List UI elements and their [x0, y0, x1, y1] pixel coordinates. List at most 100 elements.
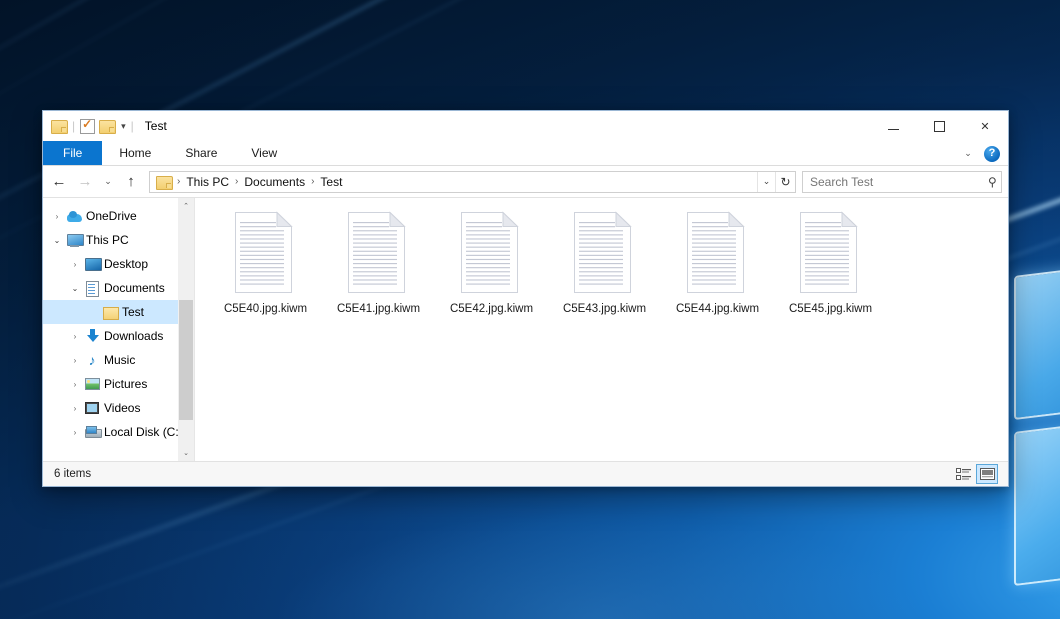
- window-body: ›OneDrive⌄This PC›Desktop⌄Documents Test ›…: [43, 197, 1008, 461]
- file-name-label: C5E40.jpg.kiwm: [224, 302, 307, 316]
- large-icons-view-button[interactable]: [976, 464, 998, 484]
- tree-item-label: Music: [104, 353, 135, 367]
- tree-item-label: Downloads: [104, 329, 163, 343]
- pictures-icon: [83, 378, 101, 390]
- breadcrumb-item-this-pc[interactable]: This PC: [182, 174, 233, 190]
- file-item[interactable]: C5E41.jpg.kiwm: [322, 208, 435, 322]
- file-item[interactable]: C5E45.jpg.kiwm: [774, 208, 887, 322]
- chevron-right-icon[interactable]: ›: [67, 356, 83, 365]
- scrollbar-track[interactable]: [178, 214, 194, 445]
- tab-file[interactable]: File: [43, 141, 102, 165]
- this-pc-icon-glyph: [67, 234, 82, 247]
- new-folder-icon[interactable]: [99, 119, 115, 133]
- local-disk-icon: [83, 426, 101, 438]
- address-bar[interactable]: › This PC › Documents › Test ⌄ ↻: [149, 171, 796, 193]
- qat-divider: |: [131, 119, 134, 133]
- documents-icon-glyph: [86, 281, 98, 295]
- forward-button: →: [73, 170, 97, 194]
- tree-item-label: Local Disk (C:): [104, 425, 183, 439]
- file-page-glyph: [685, 211, 751, 294]
- tree-item-downloads[interactable]: › Downloads: [43, 324, 194, 348]
- scrollbar-thumb[interactable]: [179, 300, 193, 420]
- generic-file-icon: [572, 211, 638, 294]
- search-input[interactable]: [810, 175, 988, 189]
- refresh-icon[interactable]: ↻: [775, 172, 795, 192]
- file-page-glyph: [459, 211, 525, 294]
- tab-share[interactable]: Share: [168, 141, 234, 165]
- folder-tree: ›OneDrive⌄This PC›Desktop⌄Documents Test ›…: [43, 204, 194, 444]
- file-item[interactable]: C5E40.jpg.kiwm: [209, 208, 322, 322]
- navigation-pane: ›OneDrive⌄This PC›Desktop⌄Documents Test ›…: [43, 198, 195, 461]
- chevron-right-icon[interactable]: ›: [67, 260, 83, 269]
- onedrive-icon: [65, 211, 83, 222]
- folder-icon[interactable]: [51, 119, 67, 133]
- tree-item-pictures[interactable]: › Pictures: [43, 372, 194, 396]
- properties-checkbox-icon[interactable]: [80, 119, 95, 134]
- file-item[interactable]: C5E44.jpg.kiwm: [661, 208, 774, 322]
- file-name-label: C5E42.jpg.kiwm: [450, 302, 533, 316]
- downloads-icon: [83, 329, 101, 343]
- search-box[interactable]: ⚲: [802, 171, 1002, 193]
- help-icon[interactable]: ?: [984, 146, 1000, 162]
- up-button[interactable]: ↑: [119, 170, 143, 194]
- tree-item-onedrive[interactable]: ›OneDrive: [43, 204, 194, 228]
- chevron-right-icon[interactable]: ›: [49, 212, 65, 221]
- chevron-right-icon[interactable]: ›: [67, 404, 83, 413]
- maximize-icon: [934, 121, 945, 132]
- scroll-up-arrow-icon[interactable]: ⌃: [178, 198, 194, 214]
- file-item[interactable]: C5E43.jpg.kiwm: [548, 208, 661, 322]
- tree-item-videos[interactable]: ›Videos: [43, 396, 194, 420]
- videos-icon-glyph: [85, 402, 99, 414]
- desktop-icon: [83, 258, 101, 270]
- minimize-button[interactable]: [870, 111, 916, 141]
- chevron-right-icon[interactable]: ›: [67, 380, 83, 389]
- file-item[interactable]: C5E42.jpg.kiwm: [435, 208, 548, 322]
- breadcrumb: › This PC › Documents › Test: [175, 174, 757, 190]
- breadcrumb-separator: ›: [309, 176, 316, 187]
- navigation-pane-scrollbar[interactable]: ⌃ ⌄: [178, 198, 194, 461]
- folder-icon: [101, 306, 119, 319]
- file-name-label: C5E45.jpg.kiwm: [789, 302, 872, 316]
- address-history-chevron-down-icon[interactable]: ⌄: [757, 172, 775, 192]
- file-explorer-window: | ▾ | Test ✕ File Home Share Vie: [42, 110, 1009, 487]
- breadcrumb-item-test[interactable]: Test: [316, 174, 346, 190]
- file-list-pane[interactable]: C5E40.jpg.kiwm C5E41.jpg.kiwm C5E42.jpg.ki…: [195, 198, 1008, 461]
- large-icons-view-icon: [980, 468, 995, 480]
- music-icon: ♪: [83, 353, 101, 367]
- close-button[interactable]: ✕: [962, 111, 1008, 141]
- maximize-button[interactable]: [916, 111, 962, 141]
- file-name-label: C5E41.jpg.kiwm: [337, 302, 420, 316]
- pictures-icon-glyph: [85, 378, 100, 390]
- chevron-right-icon[interactable]: ›: [67, 428, 83, 437]
- tab-home[interactable]: Home: [102, 141, 168, 165]
- search-icon[interactable]: ⚲: [988, 175, 997, 189]
- desktop-icon-glyph: [85, 258, 100, 270]
- downloads-icon-glyph: [86, 329, 99, 343]
- breadcrumb-separator: ›: [175, 176, 182, 187]
- generic-file-icon: [459, 211, 525, 294]
- tree-item-music[interactable]: ›♪Music: [43, 348, 194, 372]
- chevron-down-icon[interactable]: ▾: [121, 122, 126, 131]
- expand-ribbon-chevron-down-icon[interactable]: ⌄: [958, 144, 978, 164]
- this-pc-icon: [65, 234, 83, 247]
- tree-item-desktop[interactable]: ›Desktop: [43, 252, 194, 276]
- recent-locations-chevron-down-icon[interactable]: ⌄: [99, 170, 117, 194]
- breadcrumb-item-documents[interactable]: Documents: [240, 174, 309, 190]
- chevron-down-icon[interactable]: ⌄: [49, 236, 65, 245]
- tree-item-label: Pictures: [104, 377, 147, 391]
- chevron-down-icon[interactable]: ⌄: [67, 284, 83, 293]
- tab-view[interactable]: View: [234, 141, 294, 165]
- tree-item-test[interactable]: Test: [43, 300, 194, 324]
- tree-item-this-pc[interactable]: ⌄This PC: [43, 228, 194, 252]
- scroll-down-arrow-icon[interactable]: ⌄: [178, 445, 194, 461]
- tree-item-local-disk-c[interactable]: › Local Disk (C:): [43, 420, 194, 444]
- local-disk-icon-glyph: [85, 426, 100, 438]
- tree-item-label: Test: [122, 305, 144, 319]
- item-count-label: 6 items: [54, 468, 952, 480]
- back-button[interactable]: ←: [47, 170, 71, 194]
- address-folder-icon: [156, 175, 172, 189]
- chevron-right-icon[interactable]: ›: [67, 332, 83, 341]
- qat-divider: |: [72, 119, 75, 133]
- details-view-button[interactable]: [952, 464, 974, 484]
- tree-item-documents[interactable]: ⌄Documents: [43, 276, 194, 300]
